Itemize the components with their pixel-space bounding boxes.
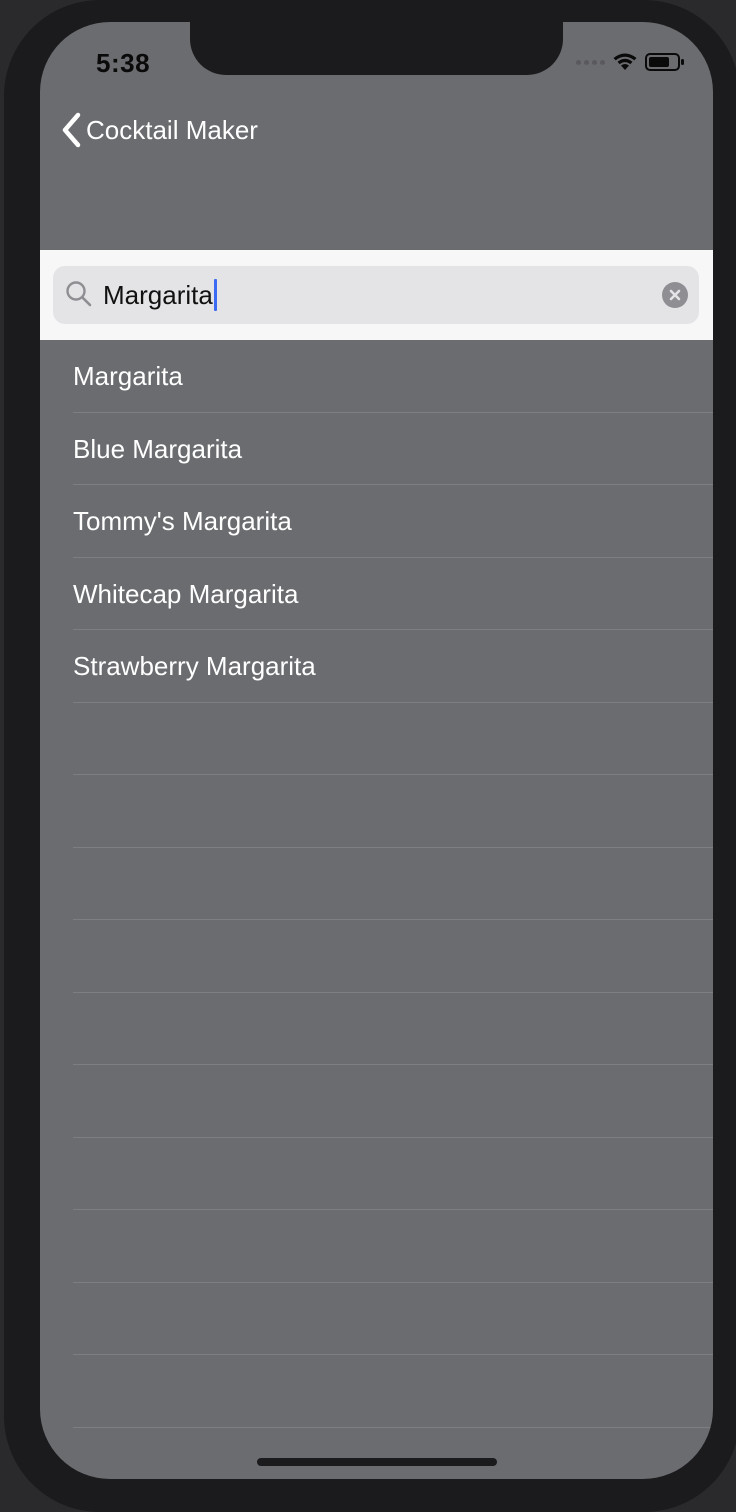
result-label: Margarita	[73, 361, 183, 391]
battery-icon	[645, 53, 684, 71]
back-button[interactable]: Cocktail Maker	[60, 112, 258, 148]
chevron-left-icon	[62, 112, 81, 148]
result-row-tommys-margarita[interactable]: Tommy's Margarita	[73, 485, 713, 558]
status-time: 5:38	[96, 48, 151, 78]
empty-row	[73, 848, 713, 920]
back-button-label: Cocktail Maker	[86, 114, 258, 145]
search-input[interactable]: Margarita	[103, 266, 217, 324]
empty-row	[73, 1138, 713, 1210]
phone-screen: 5:38 Cocktail Maker Margarita Margarita …	[40, 22, 713, 1479]
search-field[interactable]: Margarita	[53, 266, 699, 324]
text-caret	[213, 279, 217, 311]
status-indicators	[576, 52, 685, 72]
results-list: Margarita Blue Margarita Tommy's Margari…	[40, 340, 713, 1479]
empty-row	[73, 1283, 713, 1355]
result-label: Blue Margarita	[73, 433, 243, 464]
empty-row	[73, 1355, 713, 1428]
device-frame: 5:38 Cocktail Maker Margarita Margarita …	[4, 0, 736, 1512]
device-notch	[190, 22, 563, 75]
result-label: Whitecap Margarita	[73, 578, 299, 609]
home-indicator[interactable]	[257, 1458, 497, 1466]
result-label: Strawberry Margarita	[73, 651, 316, 681]
empty-row	[73, 1210, 713, 1283]
clear-search-button[interactable]	[662, 282, 688, 308]
empty-row	[73, 920, 713, 993]
result-row-margarita[interactable]: Margarita	[73, 340, 713, 413]
search-icon	[66, 281, 92, 307]
empty-row	[73, 993, 713, 1065]
search-input-text: Margarita	[103, 280, 213, 310]
cellular-signal-icon	[576, 59, 605, 65]
wifi-icon	[613, 53, 637, 70]
result-label: Tommy's Margarita	[73, 506, 292, 536]
empty-row	[73, 775, 713, 848]
clear-icon	[669, 289, 681, 301]
empty-row	[73, 703, 713, 775]
empty-row	[73, 1428, 713, 1480]
result-row-whitecap-margarita[interactable]: Whitecap Margarita	[73, 558, 713, 630]
search-bar: Margarita	[40, 250, 713, 340]
empty-row	[73, 1065, 713, 1138]
result-row-blue-margarita[interactable]: Blue Margarita	[73, 413, 713, 485]
result-row-strawberry-margarita[interactable]: Strawberry Margarita	[73, 630, 713, 703]
